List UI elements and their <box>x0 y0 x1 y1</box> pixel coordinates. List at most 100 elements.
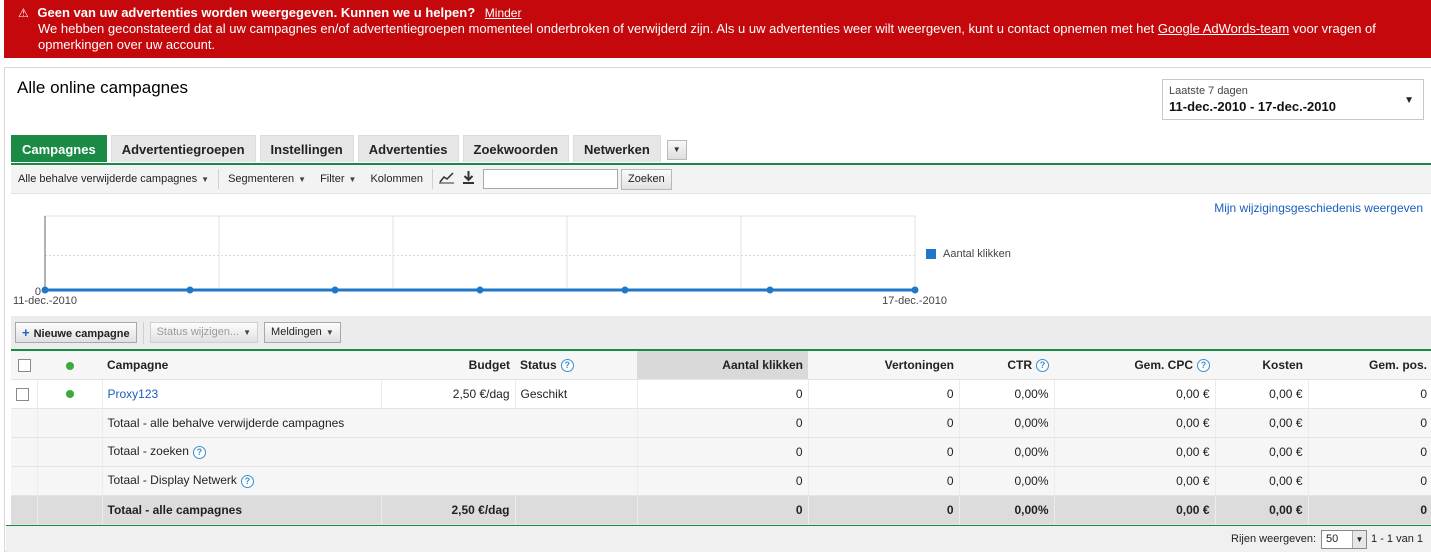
performance-chart: 011-dec.-2010 17-dec.-2010 <box>13 215 947 307</box>
adwords-team-link[interactable]: Google AdWords-team <box>1158 21 1289 36</box>
divider <box>432 169 434 189</box>
select-all-cell <box>11 351 37 380</box>
table-header-row: Campagne Budget Status? Aantal klikken V… <box>11 351 1431 380</box>
total-avg-cpc: 0,00 € <box>1053 437 1215 467</box>
cost-cell: 0,00 € <box>1214 379 1308 409</box>
col-avg-pos[interactable]: Gem. pos. <box>1308 351 1431 380</box>
col-status-label: Status <box>520 357 557 372</box>
total-clicks: 0 <box>636 408 808 438</box>
tab-advertentiegroepen[interactable]: Advertentiegroepen <box>110 135 256 162</box>
clicks-cell: 0 <box>636 379 808 409</box>
rows-per-page-select[interactable]: 50 ▼ <box>1321 529 1368 549</box>
total-row: Totaal - alle behalve verwijderde campag… <box>11 408 1431 438</box>
help-icon[interactable]: ? <box>560 358 574 372</box>
date-range-picker[interactable]: Laatste 7 dagen 11-dec.-2010 - 17-dec.-2… <box>1162 79 1424 120</box>
data-point <box>621 286 629 294</box>
view-filter-dropdown[interactable]: Alle behalve verwijderde campagnes ▼ <box>11 173 216 185</box>
more-tabs-button[interactable]: ▼ <box>666 140 687 160</box>
legend-label: Aantal klikken <box>943 248 1011 260</box>
view-filter-label: Alle behalve verwijderde campagnes <box>18 173 198 185</box>
caret-down-icon: ▼ <box>243 328 252 337</box>
col-budget[interactable]: Budget <box>381 351 515 380</box>
col-ctr-label: CTR <box>1007 357 1032 372</box>
change-history-link[interactable]: Mijn wijzigingsgeschiedenis weergeven <box>1214 201 1423 215</box>
total-avg-cpc: 0,00 € <box>1053 408 1215 438</box>
line-chart-icon[interactable] <box>435 171 458 187</box>
total-cost: 0,00 € <box>1214 466 1308 496</box>
empty-cell <box>11 466 37 496</box>
tab-instellingen[interactable]: Instellingen <box>259 135 354 162</box>
data-point <box>476 286 484 294</box>
grand-total-cost: 0,00 € <box>1214 495 1308 525</box>
table-row: Proxy123 2,50 €/dag Geschikt 0 0 0,00% 0… <box>11 379 1431 409</box>
help-icon[interactable]: ? <box>1197 358 1210 372</box>
columns-button[interactable]: Kolommen <box>363 173 430 185</box>
tab-advertenties[interactable]: Advertenties <box>357 135 459 162</box>
total-clicks: 0 <box>636 466 808 496</box>
select-all-checkbox[interactable] <box>17 358 31 372</box>
empty-cell <box>11 437 37 467</box>
total-label: Totaal - Display Netwerk <box>107 473 237 488</box>
pagination-range: 1 - 1 van 1 <box>1371 533 1423 545</box>
empty-cell <box>36 408 102 438</box>
empty-cell <box>36 466 102 496</box>
total-ctr: 0,00% <box>958 466 1054 496</box>
notifications-dropdown[interactable]: Meldingen ▼ <box>264 322 341 343</box>
search-input[interactable] <box>483 169 619 189</box>
campaigns-table: Campagne Budget Status? Aantal klikken V… <box>11 351 1431 525</box>
segment-dropdown[interactable]: Segmenteren ▼ <box>221 173 313 185</box>
tab-bar: Campagnes Advertentiegroepen Instellinge… <box>11 135 687 163</box>
budget-cell[interactable]: 2,50 €/dag <box>380 379 515 409</box>
legend-swatch <box>926 249 936 259</box>
status-dot-header <box>37 351 102 380</box>
action-bar: + Nieuwe campagne Status wijzigen... ▼ Mel… <box>11 316 1431 349</box>
help-icon[interactable]: ? <box>1036 358 1049 372</box>
ctr-cell: 0,00% <box>958 379 1054 409</box>
x-axis-end-label: 17-dec.-2010 <box>882 295 947 307</box>
data-point <box>911 286 919 294</box>
search-button[interactable]: Zoeken <box>621 168 672 190</box>
x-axis-start-label: 11-dec.-2010 <box>13 295 77 307</box>
total-impressions: 0 <box>807 408 959 438</box>
caret-down-icon: ▼ <box>325 328 334 337</box>
help-icon[interactable]: ? <box>240 474 254 488</box>
total-avg-pos: 0 <box>1307 437 1431 467</box>
col-ctr[interactable]: CTR? <box>959 351 1054 380</box>
col-status[interactable]: Status? <box>515 351 637 380</box>
col-avg-cpc[interactable]: Gem. CPC? <box>1054 351 1215 380</box>
col-campaign[interactable]: Campagne <box>102 351 381 380</box>
filter-label: Filter <box>320 173 345 185</box>
pagination-bar: Rijen weergeven: 50 ▼ 1 - 1 van 1 <box>6 526 1431 552</box>
notifications-label: Meldingen <box>271 326 322 338</box>
grand-total-avg-pos: 0 <box>1307 495 1431 525</box>
col-impressions[interactable]: Vertoningen <box>808 351 959 380</box>
chevron-down-icon: ▼ <box>1404 95 1414 106</box>
alert-banner: ⚠ Geen van uw advertenties worden weerge… <box>4 0 1431 58</box>
help-icon[interactable]: ? <box>192 445 206 459</box>
empty-cell <box>36 437 102 467</box>
download-icon[interactable] <box>458 171 479 187</box>
campaign-name-cell: Proxy123 <box>101 379 381 409</box>
divider <box>218 169 220 189</box>
filter-dropdown[interactable]: Filter ▼ <box>313 173 363 185</box>
col-cost[interactable]: Kosten <box>1215 351 1308 380</box>
campaign-link[interactable]: Proxy123 <box>108 387 159 401</box>
tab-netwerken[interactable]: Netwerken <box>573 135 661 162</box>
new-campaign-button[interactable]: + Nieuwe campagne <box>15 322 137 343</box>
tab-campagnes[interactable]: Campagnes <box>11 135 107 162</box>
grand-total-row: Totaal - alle campagnes 2,50 €/dag 0 0 0… <box>11 495 1431 525</box>
status-dot-icon[interactable] <box>65 390 74 399</box>
data-point <box>766 286 774 294</box>
caret-down-icon: ▼ <box>298 175 307 184</box>
alert-less-link[interactable]: Minder <box>485 6 522 20</box>
plus-icon: + <box>22 325 30 340</box>
change-status-dropdown[interactable]: Status wijzigen... ▼ <box>149 322 259 343</box>
total-avg-pos: 0 <box>1307 408 1431 438</box>
col-clicks[interactable]: Aantal klikken <box>637 351 808 380</box>
empty-cell <box>11 495 37 525</box>
tab-zoekwoorden[interactable]: Zoekwoorden <box>462 135 570 162</box>
warning-icon: ⚠ <box>18 6 29 20</box>
data-point <box>331 286 339 294</box>
total-impressions: 0 <box>807 437 959 467</box>
row-checkbox[interactable] <box>16 387 29 401</box>
